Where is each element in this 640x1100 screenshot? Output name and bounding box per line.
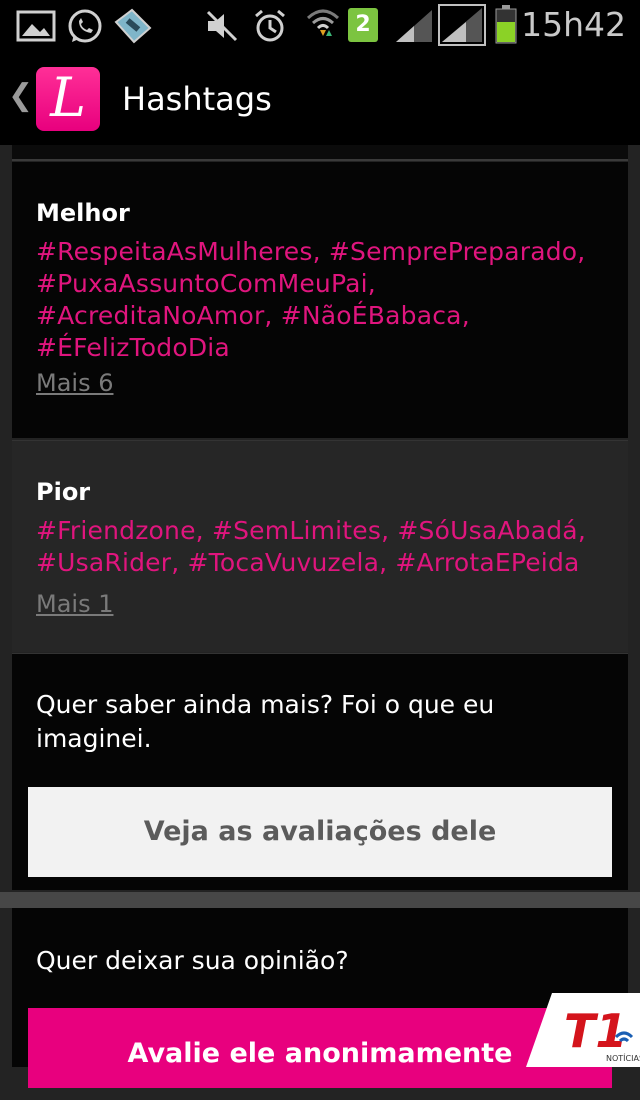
worst-hashtags: #Friendzone, #SemLimites, #SóUsaAbadá, #… [36, 516, 586, 577]
sim-badge-icon: 2 [348, 8, 378, 42]
best-hashtags: #RespeitaAsMulheres, #SemprePreparado, #… [36, 237, 586, 362]
page-title: Hashtags [122, 80, 272, 118]
see-reviews-button[interactable]: Veja as avaliações dele [28, 787, 612, 877]
best-heading: Melhor [36, 199, 130, 227]
clock: 15h42 [521, 5, 626, 44]
image-icon [16, 10, 56, 42]
worst-heading: Pior [36, 478, 91, 506]
signal-icon [438, 4, 486, 46]
app-logo[interactable]: L [36, 67, 100, 131]
signal-icon [396, 10, 432, 42]
best-hashtags-card: Melhor #RespeitaAsMulheres, #SemprePrepa… [12, 162, 628, 438]
previous-card-edge [12, 145, 628, 161]
best-more-link[interactable]: Mais 6 [36, 368, 113, 398]
alarm-icon [255, 9, 285, 42]
status-bar: 2 15h42 [0, 0, 640, 52]
action-bar: ❮ L Hashtags [0, 52, 640, 145]
worst-hashtags-card: Pior #Friendzone, #SemLimites, #SóUsaAba… [12, 440, 628, 652]
chevron-left-icon[interactable]: ❮ [8, 78, 33, 114]
tag-icon [114, 8, 152, 44]
more-prompt-text: Quer saber ainda mais? Foi o que eu imag… [36, 690, 495, 753]
worst-more-link[interactable]: Mais 1 [36, 589, 113, 619]
mute-icon [206, 10, 238, 42]
wifi-icon [306, 9, 340, 36]
watermark-caption: NOTÍCIAS [606, 1052, 640, 1063]
battery-icon [495, 5, 517, 44]
rate-anonymously-button[interactable]: Avalie ele anonimamente [28, 1008, 612, 1088]
watermark-logo-text: T1 [564, 1004, 627, 1058]
more-reviews-card: Quer saber ainda mais? Foi o que eu imag… [12, 653, 628, 890]
t1-noticias-watermark: T1 NOTÍCIAS [526, 993, 640, 1067]
section-divider [0, 892, 640, 908]
opinion-prompt-text: Quer deixar sua opinião? [36, 946, 349, 975]
whatsapp-icon [68, 9, 102, 43]
